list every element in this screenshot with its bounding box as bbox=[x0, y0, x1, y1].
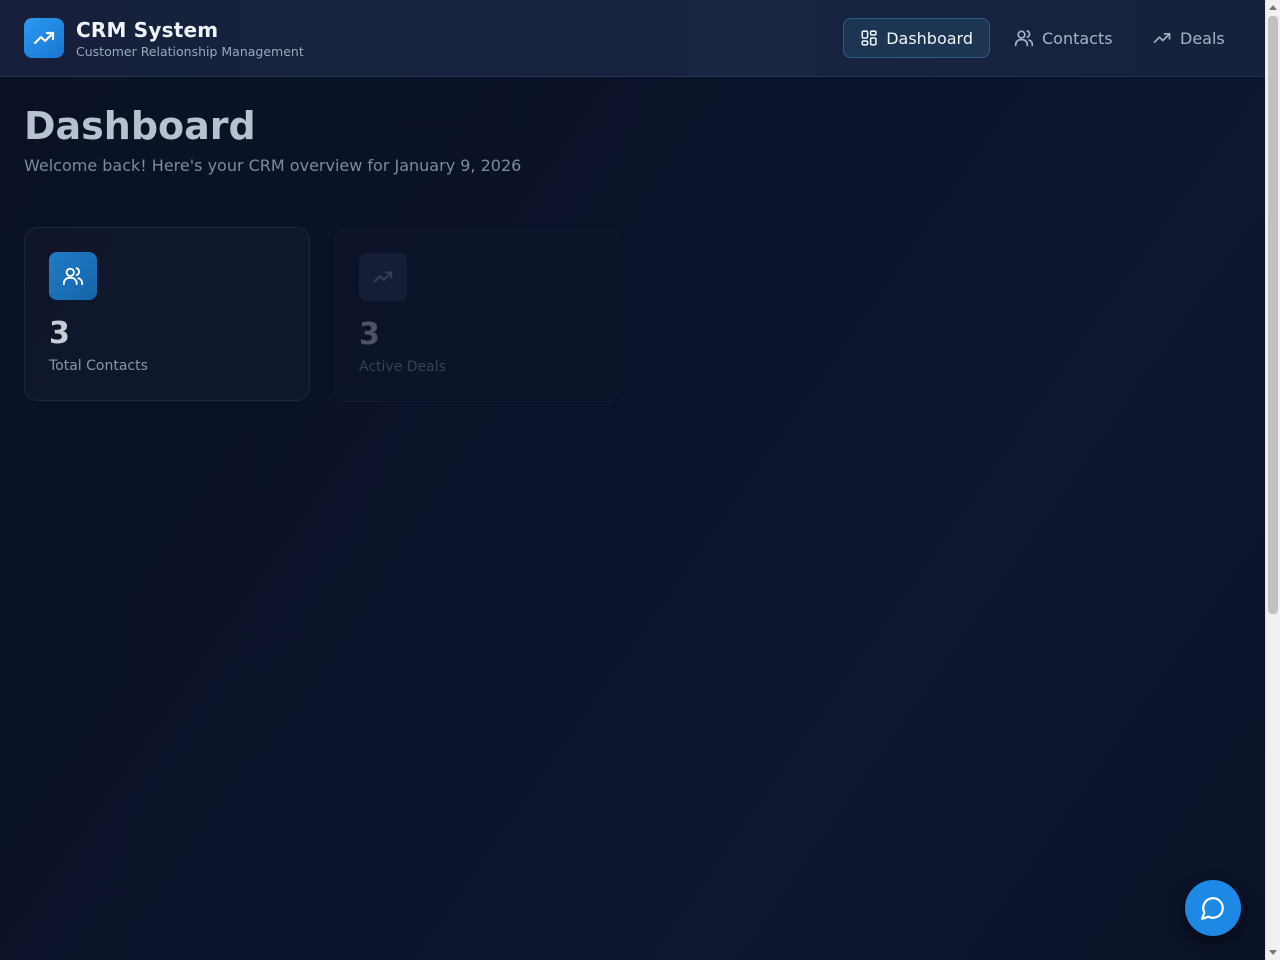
stat-value: 3 bbox=[49, 316, 70, 351]
trending-up-icon bbox=[33, 31, 55, 45]
nav-contacts[interactable]: Contacts bbox=[998, 18, 1129, 58]
scroll-up-arrow-icon[interactable] bbox=[1269, 5, 1277, 10]
chat-button[interactable] bbox=[1185, 880, 1241, 936]
scroll-down-arrow-icon[interactable] bbox=[1269, 950, 1277, 955]
users-icon bbox=[62, 267, 84, 286]
nav-deals[interactable]: Deals bbox=[1136, 18, 1241, 58]
trending-up-icon bbox=[1153, 33, 1171, 44]
stat-icon-badge bbox=[359, 253, 407, 301]
page-title: Dashboard bbox=[24, 104, 256, 148]
stat-value: 3 bbox=[359, 317, 380, 352]
nav-deals-label: Deals bbox=[1180, 28, 1225, 48]
stat-label: Total Contacts bbox=[49, 358, 148, 374]
brand-title: CRM System bbox=[76, 18, 219, 42]
nav-dashboard-label: Dashboard bbox=[886, 28, 973, 48]
stat-icon-badge bbox=[49, 252, 97, 300]
stat-card-total-contacts[interactable]: 3 Total Contacts bbox=[24, 227, 310, 401]
nav-dashboard[interactable]: Dashboard bbox=[843, 18, 990, 58]
users-icon bbox=[1014, 30, 1034, 47]
top-header: CRM System Customer Relationship Managem… bbox=[0, 0, 1265, 77]
app-root: CRM System Customer Relationship Managem… bbox=[0, 0, 1265, 960]
vertical-scrollbar[interactable] bbox=[1265, 0, 1280, 960]
stat-card-active-deals[interactable]: 3 Active Deals bbox=[334, 228, 620, 402]
trending-up-icon bbox=[373, 271, 393, 283]
scroll-thumb[interactable] bbox=[1268, 16, 1278, 614]
brand-subtitle: Customer Relationship Management bbox=[76, 44, 304, 59]
chat-bubble-icon bbox=[1201, 897, 1224, 920]
nav-contacts-label: Contacts bbox=[1042, 28, 1113, 48]
dashboard-grid-icon bbox=[861, 30, 877, 46]
page-subtitle: Welcome back! Here's your CRM overview f… bbox=[24, 156, 522, 175]
logo-badge[interactable] bbox=[24, 18, 64, 58]
stat-label: Active Deals bbox=[359, 359, 446, 375]
